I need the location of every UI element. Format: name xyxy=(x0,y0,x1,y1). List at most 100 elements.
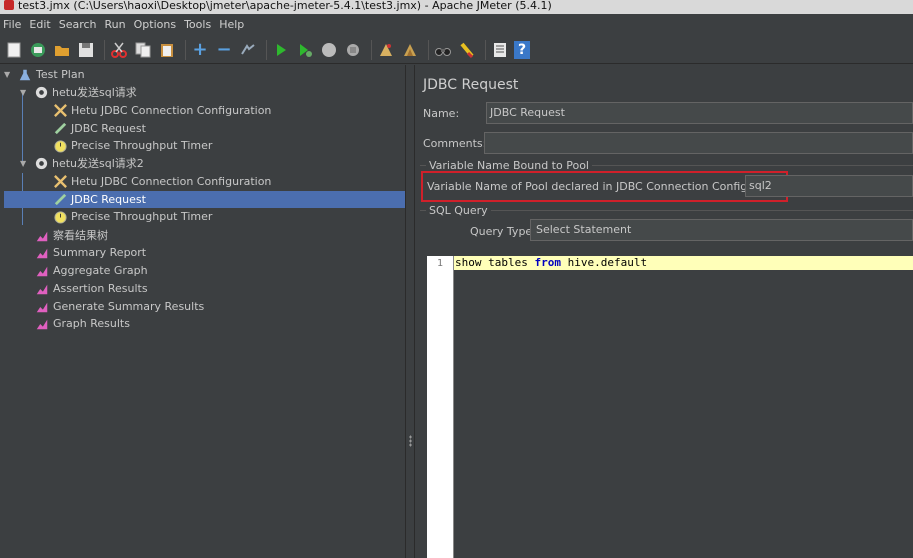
tree-item-timer-2[interactable]: Precise Throughput Timer xyxy=(52,208,212,225)
name-label: Name: xyxy=(423,107,460,120)
tree-item-jdbc-request-1[interactable]: JDBC Request xyxy=(52,120,146,137)
group-border xyxy=(420,210,913,211)
start-icon[interactable] xyxy=(271,40,291,60)
toolbar-separator xyxy=(371,39,372,60)
code-line[interactable]: show tables from hive.default xyxy=(454,256,913,270)
tree-item-thread-group-1[interactable]: ▼ hetu发送sql请求 xyxy=(20,84,137,101)
menu-options[interactable]: Options xyxy=(130,16,180,34)
new-icon[interactable] xyxy=(4,40,24,60)
function-helper-icon[interactable] xyxy=(490,40,510,60)
tree-item-jdbc-config-2[interactable]: Hetu JDBC Connection Configuration xyxy=(52,173,271,190)
name-field[interactable]: JDBC Request xyxy=(486,102,913,124)
pool-label: Variable Name of Pool declared in JDBC C… xyxy=(427,180,791,193)
tree-item-label: Precise Throughput Timer xyxy=(71,139,213,152)
search-icon[interactable] xyxy=(433,40,453,60)
tree-item-timer-1[interactable]: Precise Throughput Timer xyxy=(52,137,212,154)
code-keyword: from xyxy=(534,256,561,269)
menu-search[interactable]: Search xyxy=(55,16,101,34)
expand-arrow-icon[interactable]: ▼ xyxy=(4,66,14,83)
window-title: test3.jmx (C:\Users\haoxi\Desktop\jmeter… xyxy=(18,0,552,12)
expand-icon[interactable]: + xyxy=(190,40,210,60)
stop-icon[interactable] xyxy=(319,40,339,60)
jdbc-request-panel: JDBC Request Name: JDBC Request Comments… xyxy=(416,65,913,558)
collapse-icon[interactable]: − xyxy=(214,40,234,60)
tree-item-graph-results[interactable]: Graph Results xyxy=(34,315,130,332)
tree-item-label: hetu发送sql请求 xyxy=(52,86,137,99)
tree-item-view-results-tree[interactable]: 察看结果树 xyxy=(34,227,108,244)
tree-item-label: JDBC Request xyxy=(71,193,146,206)
tree-item-label: Graph Results xyxy=(53,317,130,330)
tree-item-summary-report[interactable]: Summary Report xyxy=(34,244,146,261)
cut-icon[interactable] xyxy=(109,40,129,60)
sql-group-title: SQL Query xyxy=(426,204,491,217)
code-area[interactable]: show tables from hive.default xyxy=(453,256,913,558)
tree-item-test-plan[interactable]: ▼ Test Plan xyxy=(4,66,85,83)
menu-bar: File Edit Search Run Options Tools Help xyxy=(0,15,913,35)
stopwatch-icon xyxy=(52,138,68,154)
toggle-icon[interactable] xyxy=(238,40,258,60)
toolbar-separator xyxy=(428,39,429,60)
menu-help[interactable]: Help xyxy=(215,16,248,34)
open-icon[interactable] xyxy=(52,40,72,60)
clear-icon[interactable] xyxy=(376,40,396,60)
save-icon[interactable] xyxy=(76,40,96,60)
menu-file[interactable]: File xyxy=(0,16,25,34)
code-text: show tables xyxy=(455,256,535,269)
chart-icon xyxy=(34,228,50,244)
shutdown-icon[interactable] xyxy=(343,40,363,60)
comments-field[interactable] xyxy=(484,132,913,154)
chart-icon xyxy=(34,281,50,297)
paste-icon[interactable] xyxy=(157,40,177,60)
menu-edit[interactable]: Edit xyxy=(25,16,54,34)
line-number-gutter: 1 xyxy=(427,256,453,558)
expand-arrow-icon[interactable]: ▼ xyxy=(20,84,30,101)
pool-name-field[interactable]: sql2 xyxy=(745,175,913,197)
toolbar: + − ? xyxy=(0,36,913,64)
code-text: hive.default xyxy=(560,256,648,269)
gear-icon xyxy=(33,85,49,101)
tree-item-jdbc-request-2[interactable]: JDBC Request xyxy=(4,191,405,208)
tree-item-label: Assertion Results xyxy=(53,282,148,295)
toolbar-separator xyxy=(185,39,186,60)
help-icon[interactable]: ? xyxy=(514,40,530,59)
chart-icon xyxy=(34,299,50,315)
tree-item-label: Test Plan xyxy=(36,68,85,81)
tree-item-label: Hetu JDBC Connection Configuration xyxy=(71,175,272,188)
sql-editor[interactable]: 1 show tables from hive.default xyxy=(427,256,913,558)
tree-item-label: Summary Report xyxy=(53,246,147,259)
menu-run[interactable]: Run xyxy=(101,16,130,34)
wrench-icon xyxy=(52,103,68,119)
tree-item-generate-summary-results[interactable]: Generate Summary Results xyxy=(34,298,204,315)
tree-item-label: Aggregate Graph xyxy=(53,264,148,277)
wrench-icon xyxy=(52,174,68,190)
gear-icon xyxy=(33,156,49,172)
tree-item-aggregate-graph[interactable]: Aggregate Graph xyxy=(34,262,148,279)
tree-item-label: 察看结果树 xyxy=(53,229,108,242)
query-type-select[interactable]: Select Statement xyxy=(530,219,913,241)
tree-guide-line xyxy=(22,91,23,163)
chart-icon xyxy=(34,316,50,332)
panel-splitter[interactable] xyxy=(405,65,415,558)
comments-label: Comments: xyxy=(423,137,487,150)
menu-tools[interactable]: Tools xyxy=(180,16,215,34)
toolbar-separator xyxy=(266,39,267,60)
panel-title: JDBC Request xyxy=(423,77,519,93)
test-plan-tree: ▼ Test Plan ▼ hetu发送sql请求 Hetu JDBC Conn… xyxy=(0,65,405,558)
templates-icon[interactable] xyxy=(28,40,48,60)
clear-all-icon[interactable] xyxy=(400,40,420,60)
tree-item-assertion-results[interactable]: Assertion Results xyxy=(34,280,148,297)
tree-item-label: hetu发送sql请求2 xyxy=(52,157,144,170)
tree-item-jdbc-config-1[interactable]: Hetu JDBC Connection Configuration xyxy=(52,102,271,119)
splitter-grip-icon[interactable] xyxy=(409,435,412,447)
reset-search-icon[interactable] xyxy=(457,40,477,60)
tree-item-thread-group-2[interactable]: ▼ hetu发送sql请求2 xyxy=(20,155,144,172)
tree-item-label: Precise Throughput Timer xyxy=(71,210,213,223)
expand-arrow-icon[interactable]: ▼ xyxy=(20,155,30,172)
toolbar-separator xyxy=(104,39,105,60)
stopwatch-icon xyxy=(52,209,68,225)
pipette-icon xyxy=(52,121,68,137)
toolbar-separator xyxy=(485,39,486,60)
line-number: 1 xyxy=(436,258,443,269)
copy-icon[interactable] xyxy=(133,40,153,60)
start-no-pause-icon[interactable] xyxy=(295,40,315,60)
